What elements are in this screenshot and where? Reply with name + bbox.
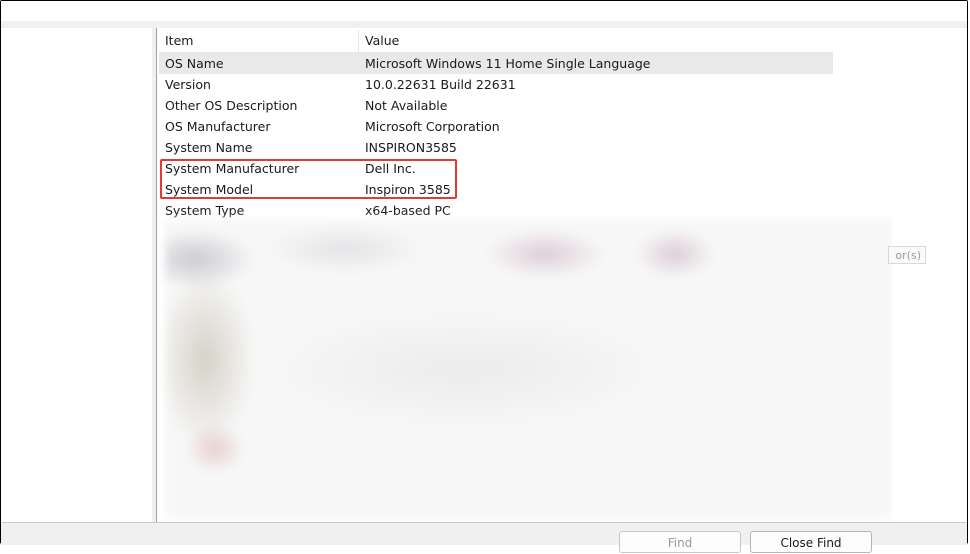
redacted-blur-region [165, 219, 893, 519]
row-value: x64-based PC [365, 203, 451, 218]
table-row[interactable]: OS Manufacturer Microsoft Corporation [159, 116, 833, 137]
table-row[interactable]: Other OS Description Not Available [159, 95, 833, 116]
column-header-value[interactable]: Value [359, 30, 833, 52]
row-item: System Name [165, 140, 253, 155]
row-item: System Type [165, 203, 245, 218]
find-bar: Find Close Find [1, 522, 967, 553]
menu-bar [1, 1, 967, 21]
column-header: Item Value [159, 30, 833, 53]
column-header-item[interactable]: Item [159, 30, 359, 52]
pane-margin [892, 28, 967, 522]
table-row[interactable]: Version 10.0.22631 Build 22631 [159, 74, 833, 95]
table-row[interactable]: System Type x64-based PC [159, 200, 833, 221]
row-item: Version [165, 77, 211, 92]
row-value: INSPIRON3585 [365, 140, 457, 155]
close-find-button[interactable]: Close Find [750, 531, 872, 553]
truncated-label: or(s) [888, 246, 926, 264]
row-item: OS Name [165, 56, 224, 71]
category-tree-pane[interactable] [1, 28, 153, 522]
row-item: OS Manufacturer [165, 119, 271, 134]
table-row[interactable]: System Name INSPIRON3585 [159, 137, 833, 158]
highlight-annotation-box [160, 159, 457, 199]
row-value: Not Available [365, 98, 448, 113]
row-value: Microsoft Windows 11 Home Single Languag… [365, 56, 651, 71]
find-button[interactable]: Find [619, 531, 741, 553]
row-value: Microsoft Corporation [365, 119, 500, 134]
details-pane: Item Value OS Name Microsoft Windows 11 … [156, 28, 893, 522]
table-row[interactable]: OS Name Microsoft Windows 11 Home Single… [159, 53, 833, 74]
row-value: 10.0.22631 Build 22631 [365, 77, 516, 92]
row-item: Other OS Description [165, 98, 298, 113]
